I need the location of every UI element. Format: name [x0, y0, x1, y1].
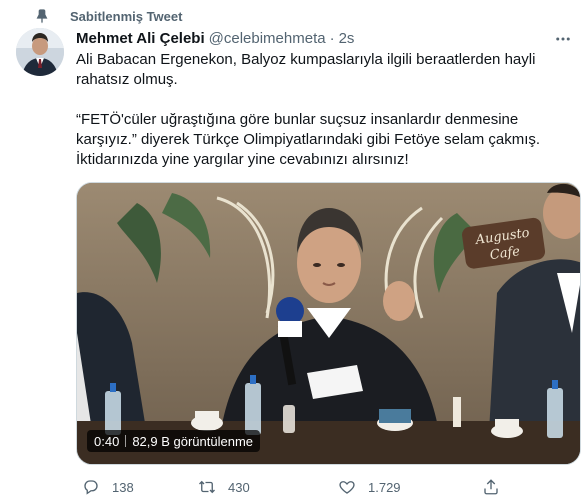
tweet-header: Mehmet Ali Çelebi @celebimehmeta · 2s — [76, 30, 354, 47]
pinned-label: Sabitlenmiş Tweet — [70, 8, 183, 24]
tweet-paragraph-2: “FETÖ'cüler uğraştığına göre bunlar suçs… — [76, 111, 541, 148]
retweet-icon — [198, 478, 216, 496]
author-name[interactable]: Mehmet Ali Çelebi — [76, 30, 205, 47]
tweet-actions: 138 430 1.729 — [76, 476, 576, 498]
avatar[interactable] — [16, 28, 64, 76]
tweet-paragraph-1: Ali Babacan Ergenekon, Balyoz kumpasları… — [76, 51, 536, 88]
separator-dot: · — [329, 30, 335, 47]
like-button[interactable]: 1.729 — [338, 478, 401, 496]
video-player[interactable]: Augusto Cafe 0:40 82,9 B görüntülenme — [76, 182, 581, 465]
video-frame: Augusto Cafe — [77, 183, 580, 464]
tweet-timestamp[interactable]: 2s — [339, 30, 355, 47]
badge-divider — [125, 435, 127, 447]
tweet-paragraph-3: İktidarınızda yine yargılar yine cevabın… — [76, 151, 409, 168]
retweet-count: 430 — [228, 479, 250, 495]
pinned-indicator: Sabitlenmiş Tweet — [34, 7, 182, 25]
reply-count: 138 — [112, 479, 134, 495]
reply-button[interactable]: 138 — [82, 478, 134, 496]
video-duration: 0:40 — [94, 433, 120, 449]
tweet-text: Ali Babacan Ergenekon, Balyoz kumpasları… — [76, 50, 576, 170]
like-icon — [338, 478, 356, 496]
share-button[interactable] — [482, 478, 512, 496]
like-count: 1.729 — [368, 479, 401, 495]
more-icon[interactable] — [552, 28, 574, 50]
retweet-button[interactable]: 430 — [198, 478, 250, 496]
video-stats-badge: 0:40 82,9 B görüntülenme — [87, 430, 261, 452]
author-handle[interactable]: @celebimehmeta — [209, 30, 326, 47]
reply-icon — [82, 478, 100, 496]
pin-icon — [34, 8, 50, 24]
share-icon — [482, 478, 500, 496]
video-views: 82,9 B görüntülenme — [132, 433, 254, 449]
